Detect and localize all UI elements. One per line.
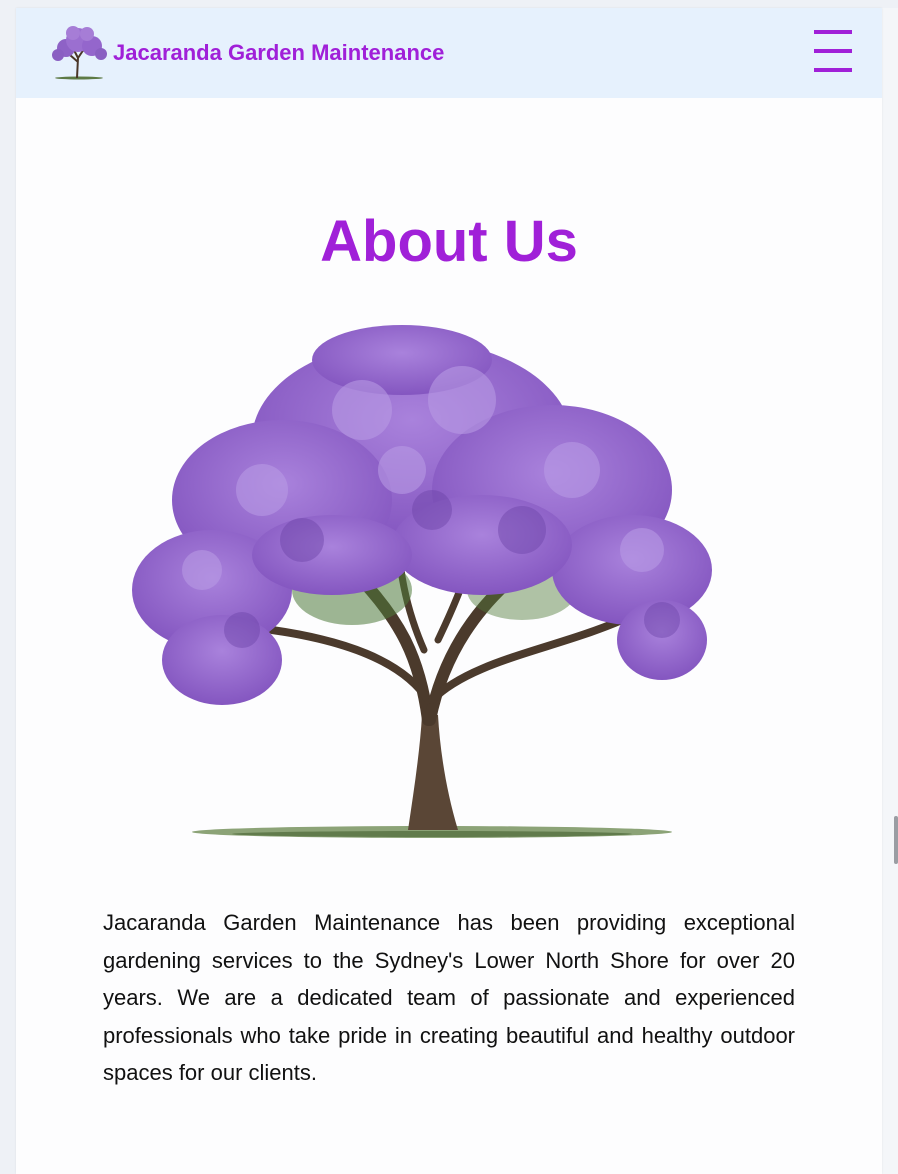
hamburger-menu-icon[interactable] xyxy=(808,30,852,76)
site-header: Jacaranda Garden Maintenance xyxy=(16,8,882,98)
menu-bar-bottom xyxy=(814,68,852,72)
brand-name[interactable]: Jacaranda Garden Maintenance xyxy=(113,40,444,66)
scrollbar-thumb[interactable] xyxy=(894,816,898,864)
jacaranda-tree-icon[interactable] xyxy=(46,22,112,80)
menu-bar-top xyxy=(814,30,852,34)
about-description: Jacaranda Garden Maintenance has been pr… xyxy=(103,910,795,1085)
jacaranda-tree-image xyxy=(132,325,712,838)
page-title: About Us xyxy=(320,209,578,274)
scrollbar-track xyxy=(882,8,898,1174)
menu-bar-middle xyxy=(814,49,852,53)
page-viewport: Jacaranda Garden Maintenance About Us Ja… xyxy=(16,8,882,1174)
